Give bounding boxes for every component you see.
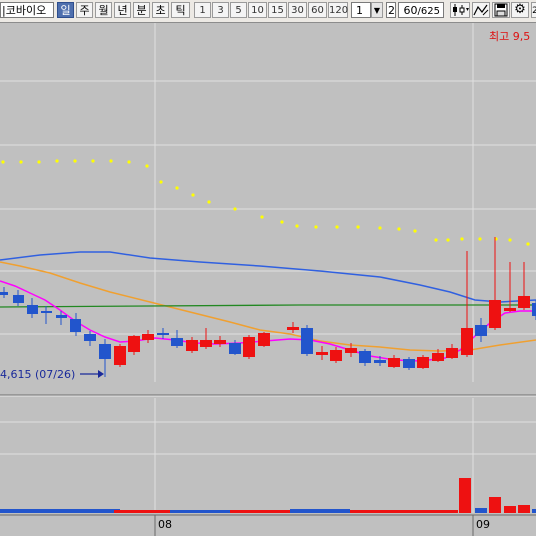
- chevron-down-icon: ▼: [373, 6, 381, 15]
- blue-moving-average: [0, 251, 536, 303]
- x-axis-strip: [0, 515, 536, 536]
- yellow-dotted-line: [1, 159, 530, 246]
- month-label-09: 09: [476, 518, 490, 531]
- save-icon[interactable]: [492, 2, 510, 18]
- total-count-value: /625: [417, 6, 440, 17]
- stock-name-field[interactable]: |코바이오: [0, 2, 54, 18]
- month-label-08: 08: [158, 518, 172, 531]
- tab-second[interactable]: 초: [152, 2, 169, 18]
- interval-15-button[interactable]: 15: [268, 2, 287, 18]
- interval-3-button[interactable]: 3: [212, 2, 229, 18]
- save-icon-glyph: [494, 3, 508, 17]
- horizontal-gridlines: [0, 80, 536, 455]
- chart-tools-icon[interactable]: [472, 2, 490, 18]
- tab-weekly[interactable]: 주: [76, 2, 93, 18]
- count-input[interactable]: 2: [386, 2, 396, 18]
- chart-tools-icon-glyph: [473, 4, 489, 16]
- high-price-label: 최고 9,5: [489, 30, 530, 43]
- unit-input[interactable]: 1: [351, 2, 371, 18]
- toolbar-overflow-button[interactable]: 2: [531, 2, 536, 18]
- vertical-gridlines: [154, 23, 474, 513]
- interval-10-button[interactable]: 10: [248, 2, 267, 18]
- unit-dropdown-button[interactable]: ▼: [371, 2, 383, 18]
- tab-yearly[interactable]: 년: [114, 2, 131, 18]
- interval-120-button[interactable]: 120: [328, 2, 348, 18]
- low-price-label: 4,615 (07/26): [0, 368, 75, 381]
- candle-type-icon[interactable]: [450, 2, 470, 18]
- interval-30-button[interactable]: 30: [288, 2, 307, 18]
- price-chart[interactable]: 최고 9,5 4,615 (07/26) 08 09: [0, 23, 536, 536]
- green-moving-average: [0, 304, 536, 308]
- settings-icon[interactable]: ⚙: [511, 2, 529, 18]
- chart-toolbar: |코바이오 일 주 월 년 분 초 틱 1 3 5 10 15 30 60 12…: [0, 0, 536, 23]
- display-count-value: 60: [403, 4, 418, 17]
- interval-60-button[interactable]: 60: [308, 2, 327, 18]
- tab-monthly[interactable]: 월: [95, 2, 112, 18]
- tab-tick[interactable]: 틱: [171, 2, 190, 18]
- tab-daily[interactable]: 일: [57, 2, 74, 18]
- interval-5-button[interactable]: 5: [230, 2, 247, 18]
- display-count-input[interactable]: 60/625: [398, 2, 444, 18]
- interval-1-button[interactable]: 1: [194, 2, 211, 18]
- volume-bars: [0, 478, 536, 513]
- low-price-arrow-icon: [80, 370, 104, 378]
- tab-minute[interactable]: 분: [133, 2, 150, 18]
- candle-type-icon-glyph: [453, 4, 469, 16]
